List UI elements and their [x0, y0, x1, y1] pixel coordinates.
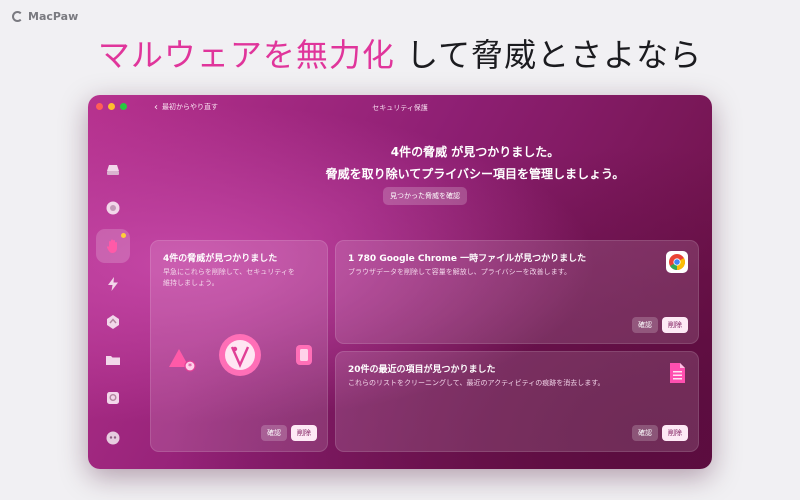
macpaw-logo-icon — [12, 11, 23, 22]
sidebar-item-speed[interactable] — [96, 267, 130, 301]
review-threats-button[interactable]: 見つかった脅威を確認 — [383, 187, 467, 205]
recent-items-card: 20件の最近の項目が見つかりました これらのリストをクリーニングして、最近のアク… — [335, 351, 699, 452]
applications-icon — [107, 315, 119, 329]
recent-card-title: 20件の最近の項目が見つかりました — [348, 365, 496, 375]
brand-name: MacPaw — [28, 10, 79, 23]
app-window: ‹ 最初からやり直す セキュリティ保護 4件の脅威 が見つかりました。 脅威を取… — [88, 95, 712, 469]
chrome-icon — [666, 251, 688, 273]
malware-illustration-icon: * — [169, 334, 312, 376]
malware-hand-icon — [106, 239, 117, 253]
notification-badge — [121, 233, 126, 238]
sidebar-item-applications[interactable] — [96, 305, 130, 339]
chrome-temp-files-card: 1 780 Google Chrome 一時ファイルが見つかりました ブラウザデ… — [335, 240, 699, 344]
summary-line-2: 脅威を取り除いてプライバシー項目を管理しましょう。 — [325, 167, 625, 181]
protection-shield-icon — [106, 201, 120, 215]
threats-card-desc-line-2: 維持しましょう。 — [163, 279, 219, 287]
threats-card-title: 4件の脅威が見つかりました — [163, 254, 278, 264]
threats-card-description: 早急にこれらを削除して、セキュリティを 維持しましょう。 — [163, 267, 295, 289]
recent-review-button[interactable]: 確認 — [632, 425, 658, 441]
sidebar-item-cleanup[interactable] — [96, 153, 130, 187]
macpaw-brand: MacPaw — [12, 10, 78, 23]
files-folder-icon — [106, 356, 120, 365]
chrome-review-button[interactable]: 確認 — [632, 317, 658, 333]
threats-review-button[interactable]: 確認 — [261, 425, 287, 441]
speed-bolt-icon — [108, 277, 118, 291]
sidebar-item-malware[interactable] — [96, 229, 130, 263]
threats-remove-button[interactable]: 削除 — [291, 425, 317, 441]
recent-card-description: これらのリストをクリーニングして、最近のアクティビティの痕跡を消去します。 — [348, 379, 605, 387]
chrome-card-description: ブラウザデータを削除して容量を解放し、プライバシーを改善します。 — [348, 268, 571, 276]
document-list-icon — [670, 363, 685, 383]
window-title: セキュリティ保護 — [372, 104, 428, 112]
sidebar-item-protection[interactable] — [96, 191, 130, 225]
summary-line-1: 4件の脅威 が見つかりました。 — [390, 145, 560, 159]
chrome-card-actions: 確認 削除 — [632, 317, 688, 333]
space-lens-icon — [107, 392, 119, 404]
sidebar-item-assistant[interactable] — [96, 421, 130, 455]
svg-text:*: * — [188, 362, 192, 371]
threats-card-desc-line-1: 早急にこれらを削除して、セキュリティを — [163, 268, 295, 276]
recent-remove-button[interactable]: 削除 — [662, 425, 688, 441]
disk-cleanup-icon — [107, 165, 119, 175]
chrome-card-title: 1 780 Google Chrome 一時ファイルが見つかりました — [348, 254, 587, 264]
headline-rest: して脅威とさよなら — [406, 36, 703, 74]
headline-accent: マルウェアを無力化 — [97, 36, 395, 74]
threats-card: 4件の脅威が見つかりました 早急にこれらを削除して、セキュリティを 維持しましょ… — [150, 240, 328, 452]
sidebar-item-space-lens[interactable] — [96, 381, 130, 415]
recent-card-actions: 確認 削除 — [632, 425, 688, 441]
assistant-icon — [106, 431, 120, 445]
scan-summary: 4件の脅威 が見つかりました。 脅威を取り除いてプライバシー項目を管理しましょう… — [238, 143, 712, 182]
sidebar-item-files[interactable] — [96, 343, 130, 377]
threats-card-actions: 確認 削除 — [261, 425, 317, 441]
chrome-remove-button[interactable]: 削除 — [662, 317, 688, 333]
marketing-headline: マルウェアを無力化 して脅威とさよなら — [0, 30, 800, 76]
